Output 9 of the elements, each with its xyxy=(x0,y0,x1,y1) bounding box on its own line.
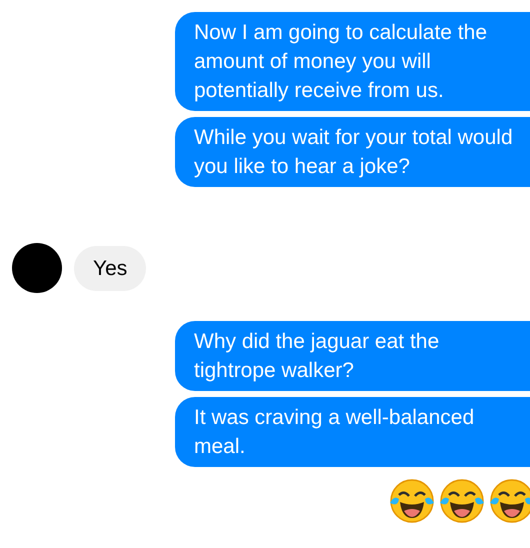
message-bubble: Why did the jaguar eat the tightrope walker? xyxy=(175,321,530,391)
laughing-face-icon xyxy=(388,477,436,525)
message-bubble: While you wait for your total would you like to hear a joke? xyxy=(175,117,530,187)
avatar[interactable] xyxy=(12,243,62,293)
message-bubble: Yes xyxy=(74,246,146,290)
laughing-face-icon xyxy=(438,477,486,525)
message-bubble: It was craving a well-balanced meal. xyxy=(175,397,530,467)
message-bubble: Now I am going to calculate the amount of money you will potentially receive from us. xyxy=(175,12,530,111)
laughing-face-icon xyxy=(488,477,530,525)
